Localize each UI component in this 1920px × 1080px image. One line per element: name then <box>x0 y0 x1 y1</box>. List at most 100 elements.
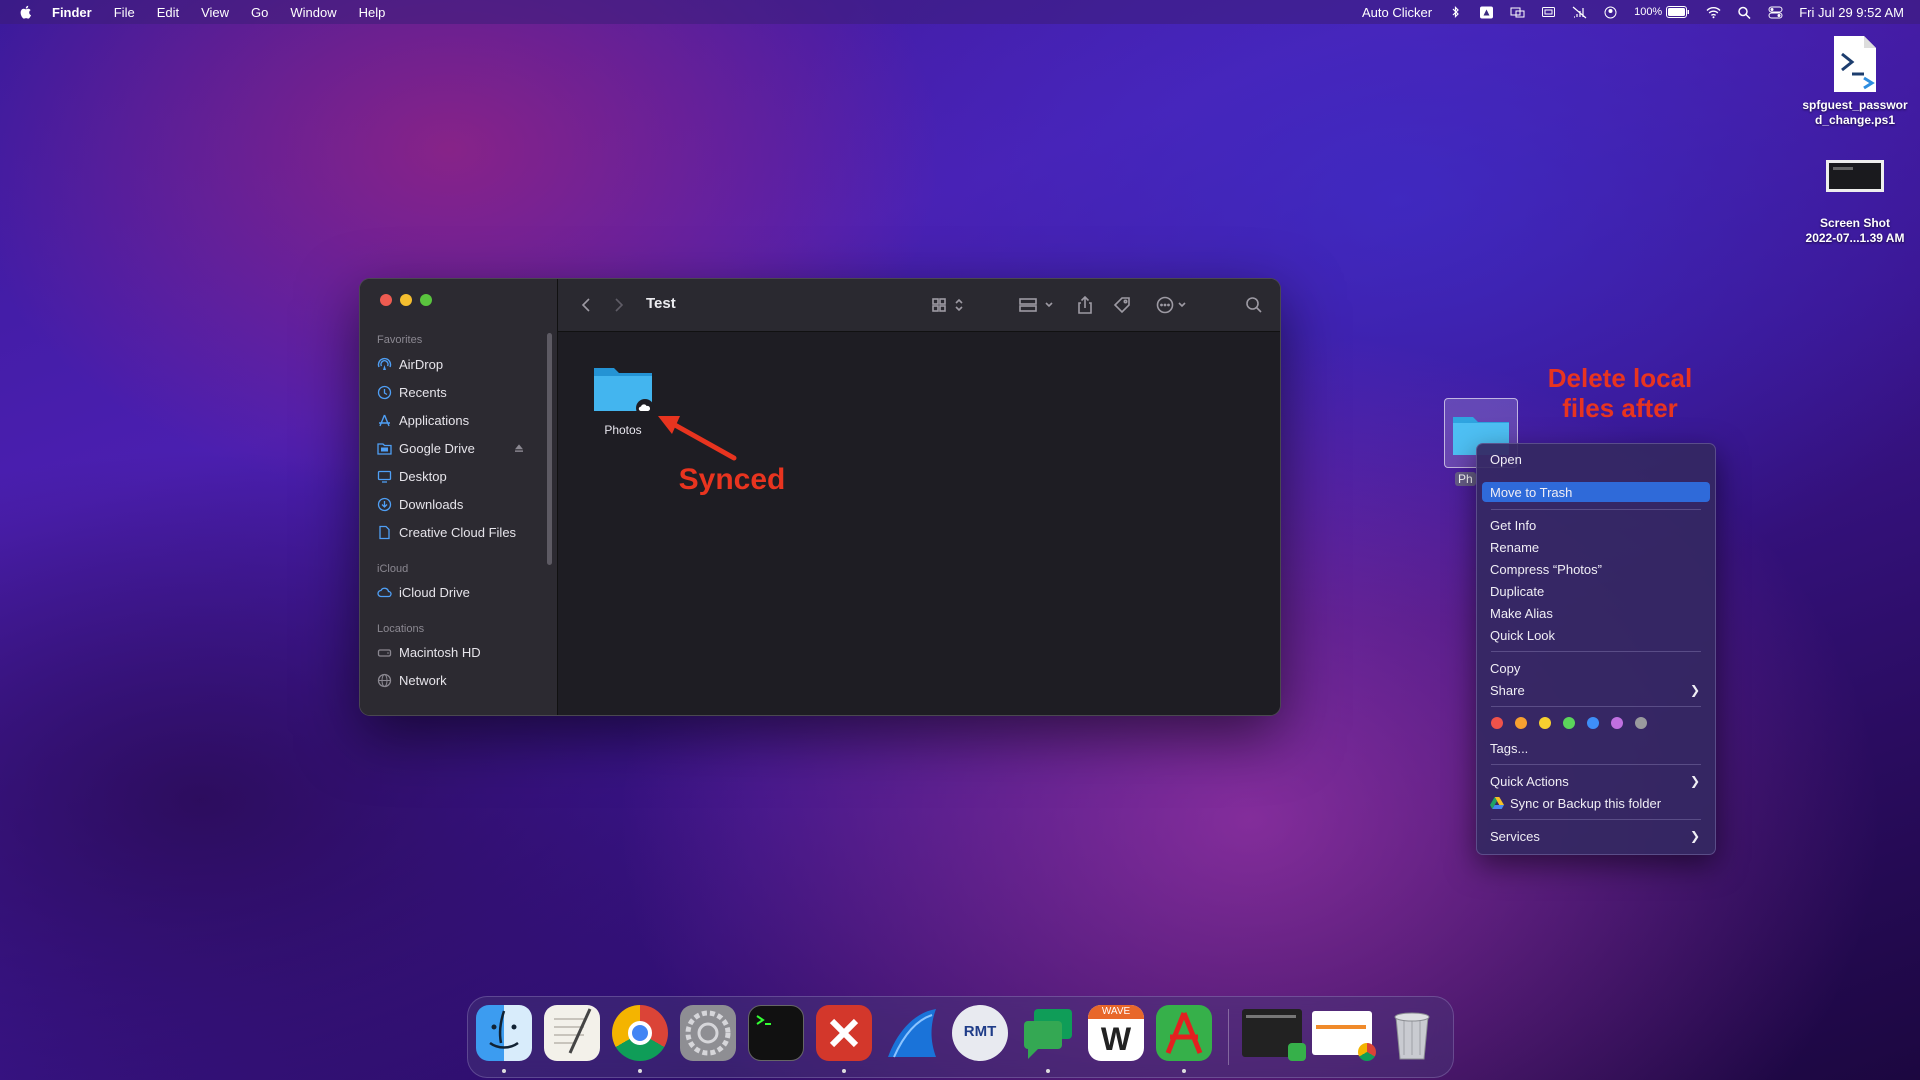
close-button[interactable] <box>380 294 392 306</box>
menu-go[interactable]: Go <box>251 5 268 20</box>
eject-icon[interactable] <box>513 442 525 454</box>
signal-off-icon[interactable] <box>1572 6 1587 19</box>
applications-icon <box>379 414 390 426</box>
window-controls <box>380 294 440 306</box>
menu-item-rename[interactable]: Rename <box>1482 537 1710 557</box>
desktop-file-ps1[interactable]: spfguest_passwor d_change.ps1 <box>1790 34 1920 128</box>
chevron-right-icon: ❯ <box>1689 683 1700 697</box>
menu-item-tags[interactable]: Tags... <box>1482 738 1710 758</box>
menu-clock[interactable]: Fri Jul 29 9:52 AM <box>1799 5 1904 20</box>
sidebar-item-airdrop[interactable]: AirDrop <box>377 353 537 375</box>
menu-file[interactable]: File <box>114 5 135 20</box>
sidebar-item-icloud-drive[interactable]: iCloud Drive <box>377 581 537 603</box>
apple-menu-icon[interactable] <box>18 4 34 20</box>
sidebar-scrollbar[interactable] <box>547 333 552 565</box>
menu-item-sync-backup[interactable]: Sync or Backup this folder <box>1482 793 1710 813</box>
share-button[interactable] <box>1077 294 1093 316</box>
tag-yellow[interactable] <box>1539 717 1551 729</box>
dock-textedit[interactable] <box>544 1005 600 1061</box>
view-mode-button[interactable] <box>932 294 966 316</box>
tag-orange[interactable] <box>1515 717 1527 729</box>
action-button[interactable] <box>1156 294 1190 316</box>
more-options-icon <box>1156 296 1186 314</box>
sidebar-item-creative-cloud[interactable]: Creative Cloud Files <box>377 521 537 543</box>
sidebar-item-applications[interactable]: Applications <box>377 409 537 431</box>
sidebar-item-downloads[interactable]: Downloads <box>377 493 537 515</box>
sidebar-item-label: AirDrop <box>399 356 444 372</box>
chat-bubble-icon <box>1024 1009 1072 1059</box>
file-item-photos[interactable]: Photos <box>588 362 658 437</box>
sidebar-item-recents[interactable]: Recents <box>377 381 537 403</box>
forward-button[interactable] <box>613 294 625 316</box>
dock-google-chat[interactable] <box>1020 1005 1076 1061</box>
battery-icon[interactable] <box>1666 6 1690 18</box>
trash-icon <box>1394 1012 1430 1060</box>
running-indicator <box>842 1069 846 1073</box>
tag-green[interactable] <box>1563 717 1575 729</box>
chevron-right-icon: ❯ <box>1689 774 1700 788</box>
menu-item-move-to-trash[interactable]: Move to Trash <box>1482 482 1710 502</box>
thumb-content-icon <box>1246 1015 1296 1018</box>
dock-chrome[interactable] <box>612 1005 668 1061</box>
menu-app-name[interactable]: Finder <box>52 5 92 20</box>
zoom-button[interactable] <box>420 294 432 306</box>
sidebar-item-label: Applications <box>399 412 470 428</box>
auto-clicker-menu[interactable]: Auto Clicker <box>1362 5 1432 20</box>
dock-remote-desktop[interactable] <box>816 1005 872 1061</box>
tag-red[interactable] <box>1491 717 1503 729</box>
menu-item-duplicate[interactable]: Duplicate <box>1482 581 1710 601</box>
sidebar-item-desktop[interactable]: Desktop <box>377 465 537 487</box>
sidebar-item-google-drive[interactable]: Google Drive <box>377 437 537 459</box>
dock-wave[interactable]: WAVE W <box>1088 1005 1144 1061</box>
spotlight-search-icon[interactable] <box>1737 6 1752 19</box>
minimize-button[interactable] <box>400 294 412 306</box>
group-button[interactable] <box>1019 294 1055 316</box>
desktop-file-screenshot[interactable]: Screen Shot 2022-07...1.39 AM <box>1790 158 1920 246</box>
menu-item-open[interactable]: Open <box>1482 449 1710 469</box>
menu-item-make-alias[interactable]: Make Alias <box>1482 603 1710 623</box>
menu-view[interactable]: View <box>201 5 229 20</box>
wifi-icon[interactable] <box>1706 6 1721 19</box>
back-button[interactable] <box>580 294 592 316</box>
dock-terminal[interactable] <box>748 1005 804 1061</box>
menu-item-share[interactable]: Share ❯ <box>1482 680 1710 700</box>
sidebar-item-network[interactable]: Network <box>377 669 537 691</box>
screen-mirroring-icon[interactable] <box>1541 6 1556 19</box>
display-tray-icon[interactable] <box>1510 6 1525 19</box>
dock-wireshark[interactable] <box>884 1005 940 1061</box>
menu-item-compress[interactable]: Compress “Photos” <box>1482 559 1710 579</box>
tag-button[interactable] <box>1113 294 1131 316</box>
menu-item-get-info[interactable]: Get Info <box>1482 515 1710 535</box>
folder-cloud-icon <box>594 368 654 417</box>
dock-finder[interactable] <box>476 1005 532 1061</box>
dock-trash[interactable] <box>1384 1005 1440 1061</box>
search-button[interactable] <box>1245 294 1263 316</box>
menu-edit[interactable]: Edit <box>157 5 179 20</box>
tag-blue[interactable] <box>1587 717 1599 729</box>
sidebar-item-macintosh-hd[interactable]: Macintosh HD <box>377 641 537 663</box>
file-item-label: Photos <box>604 423 642 437</box>
dock-rmt[interactable]: RMT <box>952 1005 1008 1061</box>
dock-window-thumb-1[interactable] <box>1242 1009 1306 1061</box>
tag-gray[interactable] <box>1635 717 1647 729</box>
screenshot-file-icon <box>1826 160 1884 192</box>
bluetooth-icon[interactable] <box>1448 5 1463 19</box>
menu-item-copy[interactable]: Copy <box>1482 658 1710 678</box>
drive-tray-icon[interactable] <box>1479 6 1494 19</box>
user-account-icon[interactable] <box>1603 6 1618 19</box>
wave-w-icon: W <box>1100 1021 1132 1057</box>
dock-window-thumb-2[interactable] <box>1312 1011 1376 1061</box>
menu-item-quick-actions[interactable]: Quick Actions ❯ <box>1482 771 1710 791</box>
chevron-right-icon <box>615 298 624 312</box>
menu-item-quick-look[interactable]: Quick Look <box>1482 625 1710 645</box>
dock-system-preferences[interactable] <box>680 1005 736 1061</box>
search-icon <box>1246 297 1262 313</box>
dock-acrobat[interactable] <box>1156 1005 1212 1061</box>
menu-window[interactable]: Window <box>290 5 336 20</box>
annotation-delete-line2: files after <box>1562 393 1678 423</box>
menu-item-services[interactable]: Services ❯ <box>1482 826 1710 846</box>
running-indicator <box>638 1069 642 1073</box>
control-center-icon[interactable] <box>1768 6 1783 19</box>
menu-help[interactable]: Help <box>359 5 386 20</box>
tag-purple[interactable] <box>1611 717 1623 729</box>
